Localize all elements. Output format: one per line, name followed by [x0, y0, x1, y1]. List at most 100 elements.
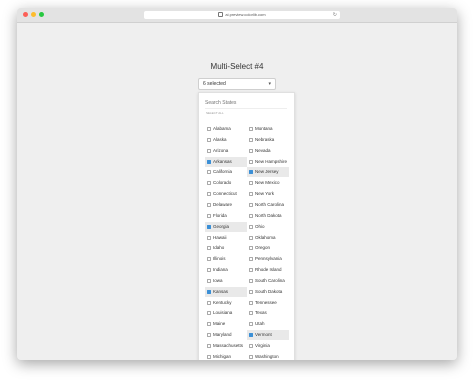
- checkbox-icon[interactable]: [207, 192, 211, 197]
- checkbox-icon[interactable]: [207, 354, 211, 359]
- checkbox-icon[interactable]: [207, 311, 211, 316]
- maximize-window-button[interactable]: [39, 12, 44, 17]
- state-option[interactable]: New York: [247, 189, 289, 199]
- state-option[interactable]: California: [205, 167, 247, 177]
- state-option[interactable]: Nevada: [247, 146, 289, 156]
- state-option[interactable]: Delaware: [205, 200, 247, 210]
- state-option[interactable]: Louisiana: [205, 308, 247, 318]
- checkbox-icon[interactable]: [249, 137, 253, 142]
- state-option[interactable]: New Mexico: [247, 178, 289, 188]
- state-option[interactable]: Georgia: [205, 221, 247, 232]
- state-option[interactable]: Illinois: [205, 254, 247, 264]
- checkbox-icon[interactable]: [249, 235, 253, 240]
- state-option[interactable]: Idaho: [205, 243, 247, 253]
- checkbox-icon[interactable]: [249, 322, 253, 327]
- state-option[interactable]: North Dakota: [247, 211, 289, 221]
- state-option[interactable]: South Carolina: [247, 276, 289, 286]
- checkbox-icon[interactable]: [207, 235, 211, 240]
- checkbox-icon[interactable]: [249, 246, 253, 251]
- state-option-label: Maryland: [213, 332, 232, 338]
- checkbox-icon[interactable]: [207, 213, 211, 218]
- checkbox-checked-icon[interactable]: [207, 289, 211, 294]
- checkbox-checked-icon[interactable]: [249, 333, 253, 338]
- minimize-window-button[interactable]: [31, 12, 36, 17]
- select-all-option[interactable]: SELECT ALL: [206, 111, 224, 115]
- state-option[interactable]: Indiana: [205, 265, 247, 275]
- checkbox-icon[interactable]: [249, 344, 253, 348]
- checkbox-icon[interactable]: [249, 354, 253, 359]
- state-option[interactable]: Montana: [247, 124, 289, 134]
- state-option[interactable]: Kansas: [205, 286, 247, 297]
- state-option[interactable]: Maine: [205, 319, 247, 329]
- address-bar[interactable]: ai.preview.colorlib.com ↻: [144, 11, 340, 19]
- state-option[interactable]: Rhode Island: [247, 265, 289, 275]
- checkbox-icon[interactable]: [249, 213, 253, 218]
- multi-select-box[interactable]: 6 selected ▾: [198, 78, 276, 90]
- checkbox-icon[interactable]: [207, 257, 211, 262]
- state-option[interactable]: Utah: [247, 319, 289, 329]
- state-option[interactable]: Tennessee: [247, 298, 289, 308]
- state-option[interactable]: New Hampshire: [247, 157, 289, 167]
- state-option[interactable]: Massachusetts: [205, 341, 247, 351]
- checkbox-icon[interactable]: [207, 127, 211, 131]
- state-option[interactable]: Alaska: [205, 135, 247, 145]
- state-option[interactable]: Alabama: [205, 124, 247, 134]
- state-option[interactable]: Florida: [205, 211, 247, 221]
- checkbox-icon[interactable]: [249, 257, 253, 262]
- checkbox-icon[interactable]: [249, 148, 253, 153]
- checkbox-icon[interactable]: [249, 300, 253, 305]
- checkbox-icon[interactable]: [249, 311, 253, 316]
- state-option[interactable]: Hawaii: [205, 233, 247, 243]
- state-option[interactable]: Washington: [247, 352, 289, 360]
- checkbox-icon[interactable]: [249, 278, 253, 283]
- reload-icon[interactable]: ↻: [333, 12, 337, 18]
- checkbox-icon[interactable]: [249, 202, 253, 207]
- state-option[interactable]: Texas: [247, 308, 289, 318]
- checkbox-icon[interactable]: [207, 344, 211, 348]
- checkbox-icon[interactable]: [249, 159, 253, 164]
- state-option[interactable]: Nebraska: [247, 135, 289, 145]
- checkbox-icon[interactable]: [249, 224, 253, 229]
- state-option[interactable]: Connecticut: [205, 189, 247, 199]
- checkbox-icon[interactable]: [207, 170, 211, 175]
- state-option[interactable]: Vermont: [247, 330, 289, 341]
- lock-icon: [218, 12, 224, 18]
- checkbox-icon[interactable]: [207, 322, 211, 327]
- checkbox-icon[interactable]: [207, 246, 211, 251]
- state-option[interactable]: Oklahoma: [247, 233, 289, 243]
- state-option[interactable]: Colorado: [205, 178, 247, 188]
- checkbox-icon[interactable]: [249, 192, 253, 197]
- state-option[interactable]: Kentucky: [205, 298, 247, 308]
- state-option[interactable]: New Jersey: [247, 167, 289, 178]
- checkbox-checked-icon[interactable]: [249, 170, 253, 175]
- checkbox-icon[interactable]: [249, 289, 253, 294]
- checkbox-icon[interactable]: [207, 278, 211, 283]
- state-option[interactable]: Maryland: [205, 330, 247, 340]
- checkbox-icon[interactable]: [207, 137, 211, 142]
- close-window-button[interactable]: [23, 12, 28, 17]
- checkbox-icon[interactable]: [249, 127, 253, 131]
- state-option[interactable]: Oregon: [247, 243, 289, 253]
- state-option[interactable]: Virginia: [247, 341, 289, 351]
- checkbox-icon[interactable]: [207, 333, 211, 338]
- checkbox-icon[interactable]: [207, 202, 211, 207]
- state-option[interactable]: Ohio: [247, 222, 289, 232]
- search-input[interactable]: [205, 98, 287, 109]
- checkbox-checked-icon[interactable]: [207, 224, 211, 229]
- state-option[interactable]: Michigan: [205, 352, 247, 360]
- state-option[interactable]: Pennsylvania: [247, 254, 289, 264]
- state-option-label: Massachusetts: [213, 343, 244, 348]
- checkbox-icon[interactable]: [207, 268, 211, 273]
- state-option-label: Delaware: [213, 201, 233, 207]
- checkbox-icon[interactable]: [207, 148, 211, 153]
- state-option[interactable]: Iowa: [205, 276, 247, 286]
- checkbox-icon[interactable]: [207, 300, 211, 305]
- checkbox-checked-icon[interactable]: [207, 159, 211, 164]
- state-option[interactable]: North Carolina: [247, 200, 289, 210]
- checkbox-icon[interactable]: [249, 181, 253, 186]
- state-option[interactable]: South Dakota: [247, 287, 289, 297]
- checkbox-icon[interactable]: [207, 181, 211, 186]
- state-option[interactable]: Arizona: [205, 146, 247, 156]
- checkbox-icon[interactable]: [249, 268, 253, 273]
- state-option[interactable]: Arkansas: [205, 156, 247, 167]
